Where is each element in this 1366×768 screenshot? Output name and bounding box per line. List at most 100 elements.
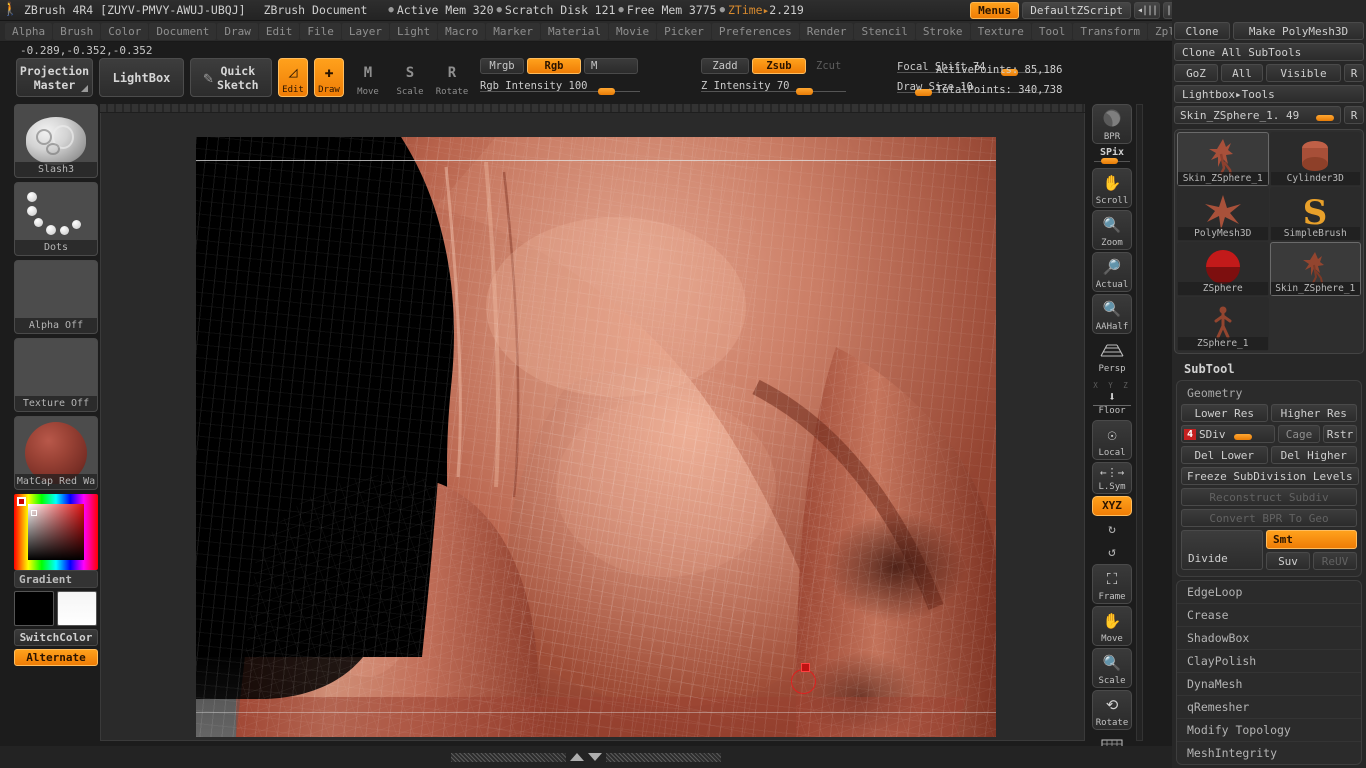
rstr-button[interactable]: Rstr	[1323, 425, 1357, 443]
rotate-gizmo-button[interactable]: ⟲ Rotate	[1092, 690, 1132, 730]
geometry-item-shadowbox[interactable]: ShadowBox	[1177, 626, 1361, 649]
material-thumbnail[interactable]: MatCap Red Wa	[14, 416, 98, 490]
secondary-color-swatch[interactable]	[57, 591, 97, 626]
goz-button[interactable]: GoZ	[1174, 64, 1218, 82]
rotate-button[interactable]: R Rotate	[434, 58, 470, 98]
alpha-thumbnail[interactable]: Alpha Off	[14, 260, 98, 334]
zcut-toggle[interactable]: Zcut	[809, 58, 848, 74]
menu-item-draw[interactable]: Draw	[217, 22, 258, 40]
geometry-item-modify-topology[interactable]: Modify Topology	[1177, 718, 1361, 741]
sdiv-slider[interactable]: 4 SDiv	[1181, 425, 1275, 443]
all-button[interactable]: All	[1221, 64, 1263, 82]
draw-button[interactable]: ✚ Draw	[314, 58, 344, 97]
menu-item-material[interactable]: Material	[540, 22, 608, 40]
brush-thumbnail[interactable]: Slash3	[14, 104, 98, 178]
tool-item-simplebrush[interactable]: S SimpleBrush	[1269, 187, 1361, 241]
tool-item-zsphere_1[interactable]: ZSphere_1	[1177, 297, 1269, 351]
tool-item-cylinder3d[interactable]: Cylinder3D	[1269, 132, 1361, 186]
xyz-symmetry-button[interactable]: XYZ	[1092, 496, 1132, 516]
menu-item-marker[interactable]: Marker	[486, 22, 540, 40]
tool-item-polymesh3d[interactable]: PolyMesh3D	[1177, 187, 1269, 241]
mrgb-toggle[interactable]: Mrgb	[480, 58, 524, 74]
tool-r-button[interactable]: R	[1344, 106, 1364, 124]
tool-item-skin_zsphere_1[interactable]: Skin_ZSphere_1	[1269, 242, 1361, 296]
projection-master-button[interactable]: Projection Master	[16, 58, 93, 97]
local-button[interactable]: ☉ Local	[1092, 420, 1132, 460]
horizontal-scrollbar[interactable]	[451, 752, 721, 762]
alpha-selector[interactable]: Alpha Off	[14, 260, 98, 334]
canvas-vertical-scrollbar[interactable]	[1136, 104, 1143, 741]
material-selector[interactable]: MatCap Red Wa	[14, 416, 98, 490]
scroll-track-right[interactable]	[606, 752, 721, 762]
persp-button[interactable]: Persp	[1092, 336, 1132, 376]
lower-res-button[interactable]: Lower Res	[1181, 404, 1268, 422]
switch-color-button[interactable]: SwitchColor	[14, 629, 98, 646]
del-lower-button[interactable]: Del Lower	[1181, 446, 1268, 464]
scroll-left-icon[interactable]: ◂|||	[1134, 1, 1160, 19]
primary-color-swatch[interactable]	[14, 591, 54, 626]
cage-button[interactable]: Cage	[1278, 425, 1320, 443]
divide-button[interactable]: Divide	[1181, 530, 1263, 570]
geometry-item-claypolish[interactable]: ClayPolish	[1177, 649, 1361, 672]
current-tool-slider[interactable]: Skin_ZSphere_1. 49	[1174, 106, 1341, 124]
zadd-toggle[interactable]: Zadd	[701, 58, 749, 74]
geometry-item-qremesher[interactable]: qRemesher	[1177, 695, 1361, 718]
scroll-up-arrow-icon[interactable]	[570, 753, 584, 761]
scale-gizmo-button[interactable]: 🔍 Scale	[1092, 648, 1132, 688]
rgb-intensity-slider[interactable]: Rgb Intensity 100	[480, 78, 640, 95]
stroke-selector[interactable]: Dots	[14, 182, 98, 256]
document-canvas[interactable]	[196, 137, 996, 737]
menu-item-texture[interactable]: Texture	[970, 22, 1031, 40]
suv-button[interactable]: Suv	[1266, 552, 1310, 570]
lsym-button[interactable]: ←⋮→ L.Sym	[1092, 462, 1132, 494]
alternate-button[interactable]: Alternate	[14, 649, 98, 666]
menu-item-render[interactable]: Render	[799, 22, 854, 40]
scroll-button[interactable]: ✋ Scroll	[1092, 168, 1132, 208]
goz-r-button[interactable]: R	[1344, 64, 1364, 82]
floor-button[interactable]: X Y Z ⬇ Floor	[1092, 378, 1132, 418]
scroll-track-left[interactable]	[451, 752, 566, 762]
menu-item-document[interactable]: Document	[149, 22, 217, 40]
menu-item-color[interactable]: Color	[101, 22, 149, 40]
menu-item-light[interactable]: Light	[389, 22, 438, 40]
bpr-button[interactable]: BPR	[1092, 104, 1132, 144]
freeze-subdivision-button[interactable]: Freeze SubDivision Levels	[1181, 467, 1359, 485]
aahalf-button[interactable]: 🔍 AAHalf	[1092, 294, 1132, 334]
menu-item-transform[interactable]: Transform	[1073, 22, 1148, 40]
menu-item-tool[interactable]: Tool	[1031, 22, 1073, 40]
lightbox-button[interactable]: LightBox	[99, 58, 184, 97]
spix-slider[interactable]	[1094, 158, 1130, 164]
menu-item-preferences[interactable]: Preferences	[711, 22, 799, 40]
convert-bpr-button[interactable]: Convert BPR To Geo	[1181, 509, 1357, 527]
actual-button[interactable]: 🔎 Actual	[1092, 252, 1132, 292]
texture-selector[interactable]: Texture Off	[14, 338, 98, 412]
geometry-item-dynamesh[interactable]: DynaMesh	[1177, 672, 1361, 695]
visible-button[interactable]: Visible	[1266, 64, 1341, 82]
menu-item-picker[interactable]: Picker	[657, 22, 711, 40]
zscript-button[interactable]: DefaultZScript	[1022, 1, 1131, 19]
scale-button[interactable]: S Scale	[392, 58, 428, 98]
menu-item-stroke[interactable]: Stroke	[915, 22, 970, 40]
clone-all-subtools-button[interactable]: Clone All SubTools	[1174, 43, 1364, 61]
scroll-down-arrow-icon[interactable]	[588, 753, 602, 761]
menu-item-file[interactable]: File	[300, 22, 341, 40]
m-toggle[interactable]: M	[584, 58, 638, 74]
reuv-button[interactable]: ReUV	[1313, 552, 1357, 570]
edit-button[interactable]: ◿ Edit	[278, 58, 308, 97]
lightbox-tools-button[interactable]: Lightbox▸Tools	[1174, 85, 1364, 103]
gradient-button[interactable]: Gradient	[14, 570, 98, 588]
make-polymesh3d-button[interactable]: Make PolyMesh3D	[1233, 22, 1364, 40]
quick-sketch-button[interactable]: ✎ Quick Sketch	[190, 58, 272, 97]
menu-item-macro[interactable]: Macro	[438, 22, 486, 40]
reconstruct-subdiv-button[interactable]: Reconstruct Subdiv	[1181, 488, 1357, 506]
color-picker-group[interactable]: Gradient SwitchColor Alternate	[14, 494, 98, 666]
stroke-thumbnail[interactable]: Dots	[14, 182, 98, 256]
del-higher-button[interactable]: Del Higher	[1270, 446, 1357, 464]
menu-item-brush[interactable]: Brush	[53, 22, 101, 40]
menu-item-stencil[interactable]: Stencil	[854, 22, 915, 40]
subtool-section-title[interactable]: SubTool	[1172, 356, 1366, 380]
rgb-toggle[interactable]: Rgb	[527, 58, 581, 74]
zsub-toggle[interactable]: Zsub	[752, 58, 806, 74]
geometry-item-edgeloop[interactable]: EdgeLoop	[1177, 581, 1361, 603]
texture-thumbnail[interactable]: Texture Off	[14, 338, 98, 412]
